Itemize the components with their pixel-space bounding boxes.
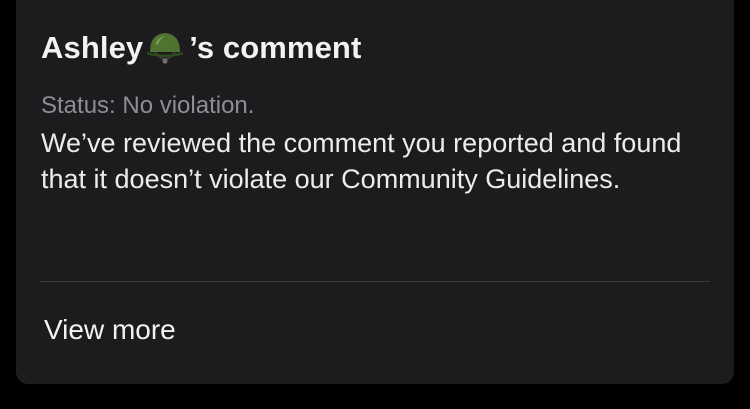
author-name: Ashley [41, 30, 144, 65]
card-title: Ashley ’s comment [41, 26, 361, 70]
title-suffix: ’s comment [189, 30, 362, 65]
report-status-card: Ashley ’s comment Status: No violation. … [16, 0, 734, 384]
divider [40, 281, 710, 282]
military-helmet-icon [146, 30, 184, 66]
view-more-button[interactable]: View more [44, 312, 176, 348]
review-message: We’ve reviewed the comment you reported … [41, 128, 682, 194]
status-text: Status: No violation. [41, 92, 255, 119]
